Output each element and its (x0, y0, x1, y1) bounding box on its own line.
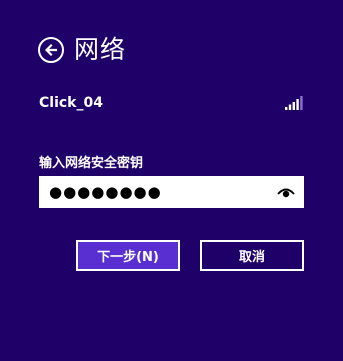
network-row: Click_04 (39, 93, 303, 113)
dialog-header: 网络 (38, 33, 126, 67)
network-name: Click_04 (39, 95, 103, 111)
security-key-label: 输入网络安全密钥 (39, 156, 144, 171)
security-key-field[interactable] (39, 176, 304, 208)
back-button[interactable] (38, 37, 64, 63)
cancel-button[interactable]: 取消 (200, 240, 304, 271)
wifi-signal-icon (285, 96, 303, 110)
page-title: 网络 (74, 35, 127, 64)
back-arrow-icon (44, 43, 58, 57)
reveal-password-eye-icon[interactable] (276, 182, 296, 202)
password-input[interactable] (49, 176, 276, 208)
next-button[interactable]: 下一步(N) (76, 240, 180, 271)
